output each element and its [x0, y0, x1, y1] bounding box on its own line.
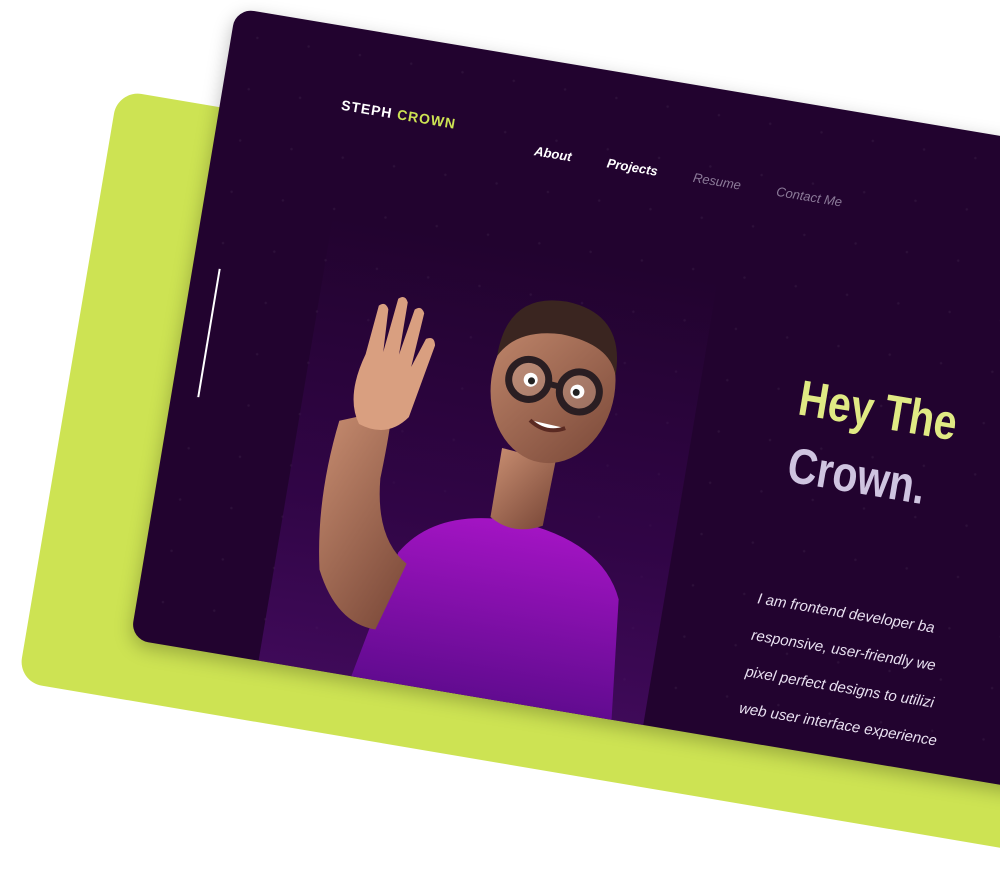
side-divider	[197, 268, 221, 398]
nav-resume[interactable]: Resume	[692, 170, 742, 193]
nav-projects[interactable]: Projects	[606, 155, 659, 178]
nav-contact-me[interactable]: Contact Me	[775, 184, 843, 210]
site-logo[interactable]: STEPH CROWN	[340, 97, 457, 132]
waving-avatar-icon	[319, 296, 619, 740]
nav-about[interactable]: About	[533, 143, 573, 164]
avatar-image	[255, 216, 718, 745]
logo-first-word: STEPH	[340, 96, 394, 122]
main-nav: About Projects Resume Contact Me	[533, 143, 843, 209]
mockup-stage: STEPH CROWN About Projects Resume Contac…	[0, 0, 1000, 894]
hero-headline: Hey The Crown.	[783, 365, 963, 524]
logo-second-word: CROWN	[395, 106, 458, 132]
